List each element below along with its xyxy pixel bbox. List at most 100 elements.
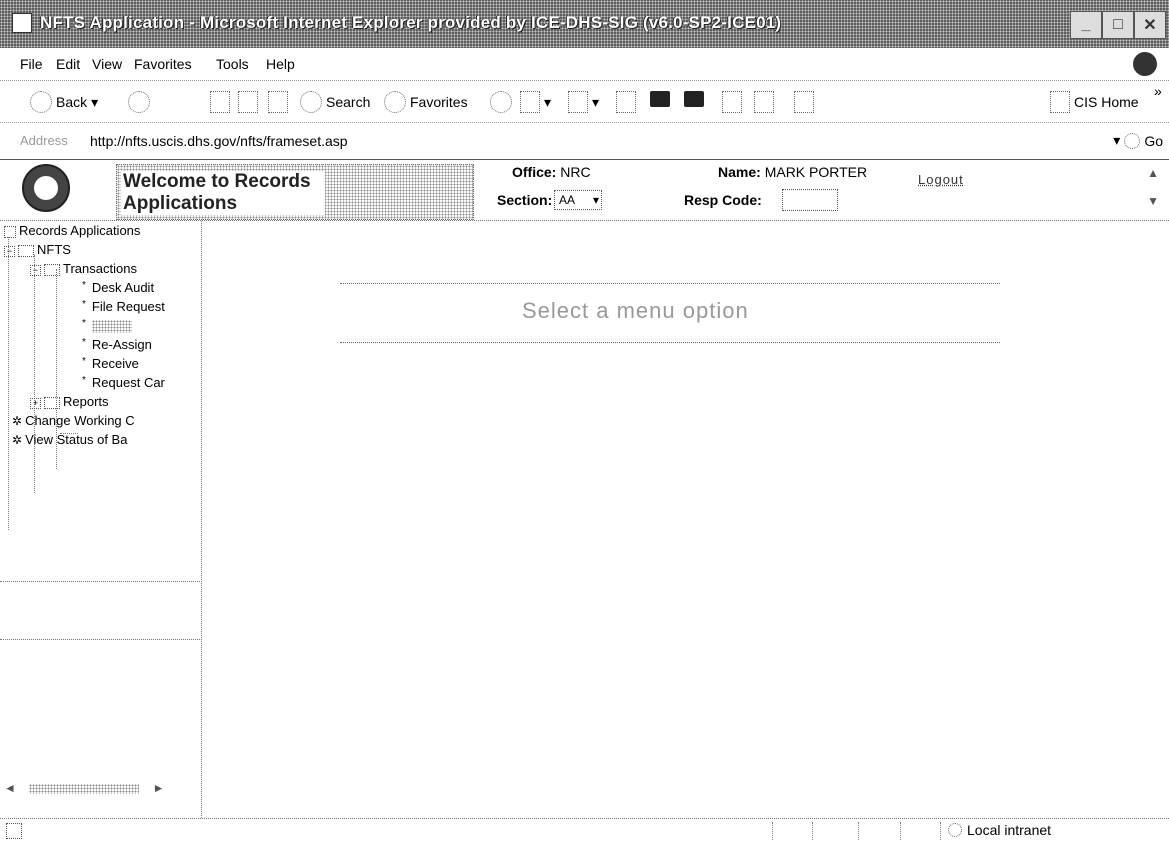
- messenger-button[interactable]: [650, 91, 670, 107]
- address-label: Address: [20, 133, 68, 148]
- menu-favorites[interactable]: Favorites: [134, 56, 192, 72]
- tree-item-redacted[interactable]: *: [82, 318, 132, 334]
- zone-label: Local intranet: [967, 822, 1052, 838]
- page-button[interactable]: [722, 91, 742, 113]
- print-icon: [568, 91, 588, 113]
- menu-help[interactable]: Help: [266, 56, 295, 72]
- tree-item-label: Transactions: [63, 261, 137, 276]
- cis-home-label: CIS Home: [1074, 94, 1139, 110]
- intranet-icon: [948, 823, 962, 837]
- address-input[interactable]: http://nfts.uscis.dhs.gov/nfts/frameset.…: [90, 133, 348, 149]
- history-button[interactable]: [490, 91, 512, 113]
- scrollbar-track[interactable]: [29, 783, 140, 794]
- favorites-button[interactable]: Favorites: [384, 91, 468, 113]
- gear-icon: ✲: [12, 433, 23, 447]
- minimize-button[interactable]: _: [1070, 11, 1102, 39]
- print-button[interactable]: ▾: [568, 91, 599, 113]
- menu-tools[interactable]: Tools: [216, 56, 249, 72]
- messenger-icon: [650, 91, 670, 107]
- history-icon: [490, 91, 512, 113]
- page-icon: [722, 91, 742, 113]
- scroll-right-icon[interactable]: ►: [153, 781, 165, 795]
- tree-item-reports[interactable]: + Reports: [30, 394, 109, 409]
- office-field: Office: NRC: [512, 164, 591, 180]
- status-divider: [900, 822, 902, 840]
- close-button[interactable]: ✕: [1134, 11, 1166, 39]
- extra-button[interactable]: [794, 91, 814, 113]
- security-zone: Local intranet: [948, 822, 1051, 838]
- cis-home-link[interactable]: CIS Home: [1050, 91, 1139, 113]
- tree-item-transactions[interactable]: − Transactions: [30, 261, 137, 276]
- menu-view[interactable]: View: [92, 56, 122, 72]
- tree-root[interactable]: Records Applications: [4, 223, 140, 238]
- status-divider: [772, 822, 774, 840]
- section-select[interactable]: AA ▾: [554, 190, 602, 210]
- toolbar-overflow-icon[interactable]: »: [1154, 83, 1162, 99]
- logout-link[interactable]: Logout: [918, 172, 964, 187]
- app-header: Welcome to Records Applications Office: …: [0, 160, 1169, 221]
- section-value: AA: [559, 193, 576, 207]
- expand-icon[interactable]: +: [30, 398, 41, 409]
- tree-item-label: View Status of Ba: [25, 432, 128, 447]
- search-button[interactable]: Search: [300, 91, 370, 113]
- tools-button[interactable]: [754, 91, 774, 113]
- search-label: Search: [326, 94, 371, 110]
- tree-item-request-car[interactable]: * Request Car: [82, 375, 165, 390]
- section-label: Section:: [497, 192, 553, 208]
- leaf-icon: *: [82, 299, 86, 310]
- tree-line: [34, 255, 35, 493]
- maximize-button[interactable]: □: [1102, 11, 1134, 39]
- refresh-button[interactable]: [238, 91, 258, 113]
- back-button[interactable]: Back ▾: [30, 91, 98, 113]
- tree-item-label: Request Car: [91, 375, 165, 390]
- name-value: MARK PORTER: [764, 164, 868, 180]
- tree-root-label: Records Applications: [19, 223, 141, 238]
- tree-item-receive[interactable]: * Receive: [82, 356, 139, 371]
- collapse-icon[interactable]: −: [4, 246, 15, 257]
- dhs-seal-icon: [22, 164, 70, 212]
- tree-item-view-status[interactable]: ✲ View Status of Ba: [12, 432, 127, 447]
- tree-item-file-request[interactable]: * File Request: [82, 299, 165, 314]
- tree-item-reassign[interactable]: * Re-Assign: [82, 337, 152, 352]
- tree-item-change-working[interactable]: ✲ Change Working C: [12, 413, 135, 428]
- scroll-down-icon[interactable]: ▼: [1147, 194, 1159, 208]
- tree-item-label: Re-Assign: [91, 337, 152, 352]
- leaf-icon: *: [82, 375, 86, 386]
- horizontal-scrollbar[interactable]: ◄ ►: [4, 781, 200, 795]
- favorites-star-icon: [384, 91, 406, 113]
- status-divider: [812, 822, 814, 840]
- back-dropdown-icon[interactable]: ▾: [91, 94, 98, 111]
- navigation-tree: Records Applications − NFTS − Transactions…: [0, 221, 202, 818]
- go-label: Go: [1144, 132, 1163, 149]
- menu-bar: File Edit View Favorites Tools Help: [0, 48, 1169, 78]
- go-button[interactable]: ▾ Go: [1113, 132, 1163, 149]
- stop-button[interactable]: [210, 91, 230, 113]
- scroll-up-icon[interactable]: ▲: [1147, 166, 1159, 180]
- tree-item-label: Desk Audit: [91, 280, 155, 295]
- section-dropdown-icon: ▾: [592, 193, 599, 207]
- welcome-banner: Welcome to Records Applications: [116, 164, 474, 220]
- address-dropdown-icon[interactable]: ▾: [1113, 132, 1120, 149]
- office-label: Office:: [512, 164, 557, 180]
- tree-item-desk-audit[interactable]: * Desk Audit: [82, 280, 154, 295]
- home-button[interactable]: [268, 91, 288, 113]
- status-bar: Local intranet: [0, 818, 1169, 844]
- back-label: Back: [56, 94, 88, 110]
- favorites-label: Favorites: [410, 94, 468, 110]
- menu-file[interactable]: File: [20, 56, 43, 72]
- mail-button[interactable]: ▾: [520, 91, 551, 113]
- edit-button[interactable]: [616, 91, 636, 113]
- research-button[interactable]: [684, 91, 704, 107]
- tree-item-nfts[interactable]: − NFTS: [4, 242, 71, 257]
- scroll-left-icon[interactable]: ◄: [4, 781, 16, 795]
- select-menu-message: Select a menu option: [522, 298, 749, 323]
- content-divider: [340, 342, 1000, 343]
- resp-code-input[interactable]: [782, 189, 838, 211]
- window-title: NFTS Application - Microsoft Internet Ex…: [40, 13, 782, 32]
- gear-icon: ✲: [12, 414, 23, 428]
- menu-edit[interactable]: Edit: [56, 56, 80, 72]
- leaf-icon: *: [82, 356, 86, 367]
- forward-button[interactable]: [128, 91, 150, 113]
- tree-item-label: Receive: [91, 356, 139, 371]
- collapse-icon[interactable]: −: [30, 265, 41, 276]
